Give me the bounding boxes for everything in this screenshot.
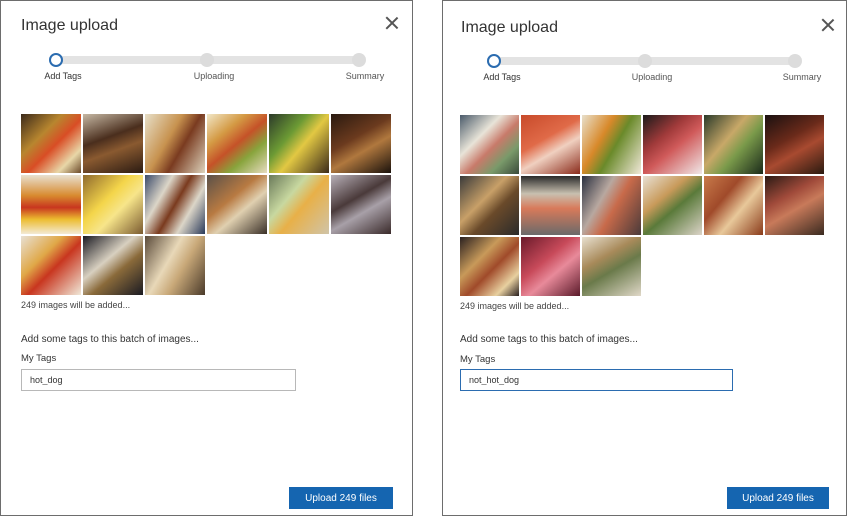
image-thumbnail <box>521 176 580 235</box>
image-thumbnail-grid <box>21 114 391 295</box>
step-dot-summary <box>788 54 802 68</box>
image-thumbnail <box>331 114 391 173</box>
image-thumbnail <box>269 114 329 173</box>
image-thumbnail <box>460 176 519 235</box>
my-tags-label: My Tags <box>460 354 496 365</box>
image-thumbnail <box>582 115 641 174</box>
image-thumbnail <box>331 175 391 234</box>
tags-input[interactable] <box>460 369 733 391</box>
step-dot-add-tags <box>487 54 501 68</box>
tag-prompt: Add some tags to this batch of images... <box>21 334 199 345</box>
step-dot-add-tags <box>49 53 63 67</box>
image-thumbnail <box>704 115 763 174</box>
image-thumbnail <box>269 175 329 234</box>
step-label-summary: Summary <box>345 71 385 81</box>
image-thumbnail <box>521 115 580 174</box>
image-thumbnail <box>207 175 267 234</box>
step-label-add-tags: Add Tags <box>483 72 521 82</box>
step-dot-uploading <box>638 54 652 68</box>
image-thumbnail <box>21 114 81 173</box>
image-thumbnail <box>643 115 702 174</box>
image-thumbnail <box>21 236 81 295</box>
image-count-text: 249 images will be added... <box>21 300 131 310</box>
image-thumbnail <box>582 176 641 235</box>
image-thumbnail <box>643 176 702 235</box>
image-thumbnail <box>582 237 641 296</box>
image-upload-dialog-not-hot-dog: Image upload Add Tags Uploading Summary … <box>442 0 847 516</box>
image-thumbnail <box>145 175 205 234</box>
progress-stepper: Add Tags Uploading Summary <box>1 51 412 91</box>
tag-prompt: Add some tags to this batch of images... <box>460 334 638 345</box>
step-dot-uploading <box>200 53 214 67</box>
image-thumbnail <box>460 115 519 174</box>
image-thumbnail <box>145 114 205 173</box>
dialog-title: Image upload <box>21 17 118 34</box>
image-thumbnail <box>21 175 81 234</box>
step-label-uploading: Uploading <box>193 71 235 81</box>
upload-files-button[interactable]: Upload 249 files <box>289 487 393 509</box>
image-thumbnail <box>83 236 143 295</box>
image-thumbnail <box>704 176 763 235</box>
upload-files-button[interactable]: Upload 249 files <box>727 487 829 509</box>
image-thumbnail <box>145 236 205 295</box>
dialog-title: Image upload <box>461 19 558 36</box>
progress-stepper: Add Tags Uploading Summary <box>443 51 846 91</box>
image-count-text: 249 images will be added... <box>460 301 570 311</box>
image-thumbnail-grid <box>460 115 824 296</box>
image-thumbnail <box>83 114 143 173</box>
image-upload-dialog-hot-dog: Image upload Add Tags Uploading Summary … <box>0 0 413 516</box>
step-dot-summary <box>352 53 366 67</box>
image-thumbnail <box>460 237 519 296</box>
image-thumbnail <box>765 176 824 235</box>
step-label-add-tags: Add Tags <box>44 71 82 81</box>
tags-input[interactable] <box>21 369 296 391</box>
image-thumbnail <box>521 237 580 296</box>
image-thumbnail <box>765 115 824 174</box>
image-thumbnail <box>83 175 143 234</box>
step-label-uploading: Uploading <box>631 72 673 82</box>
close-icon[interactable] <box>384 15 400 31</box>
step-label-summary: Summary <box>782 72 822 82</box>
my-tags-label: My Tags <box>21 353 57 364</box>
image-thumbnail <box>207 114 267 173</box>
close-icon[interactable] <box>820 17 836 33</box>
